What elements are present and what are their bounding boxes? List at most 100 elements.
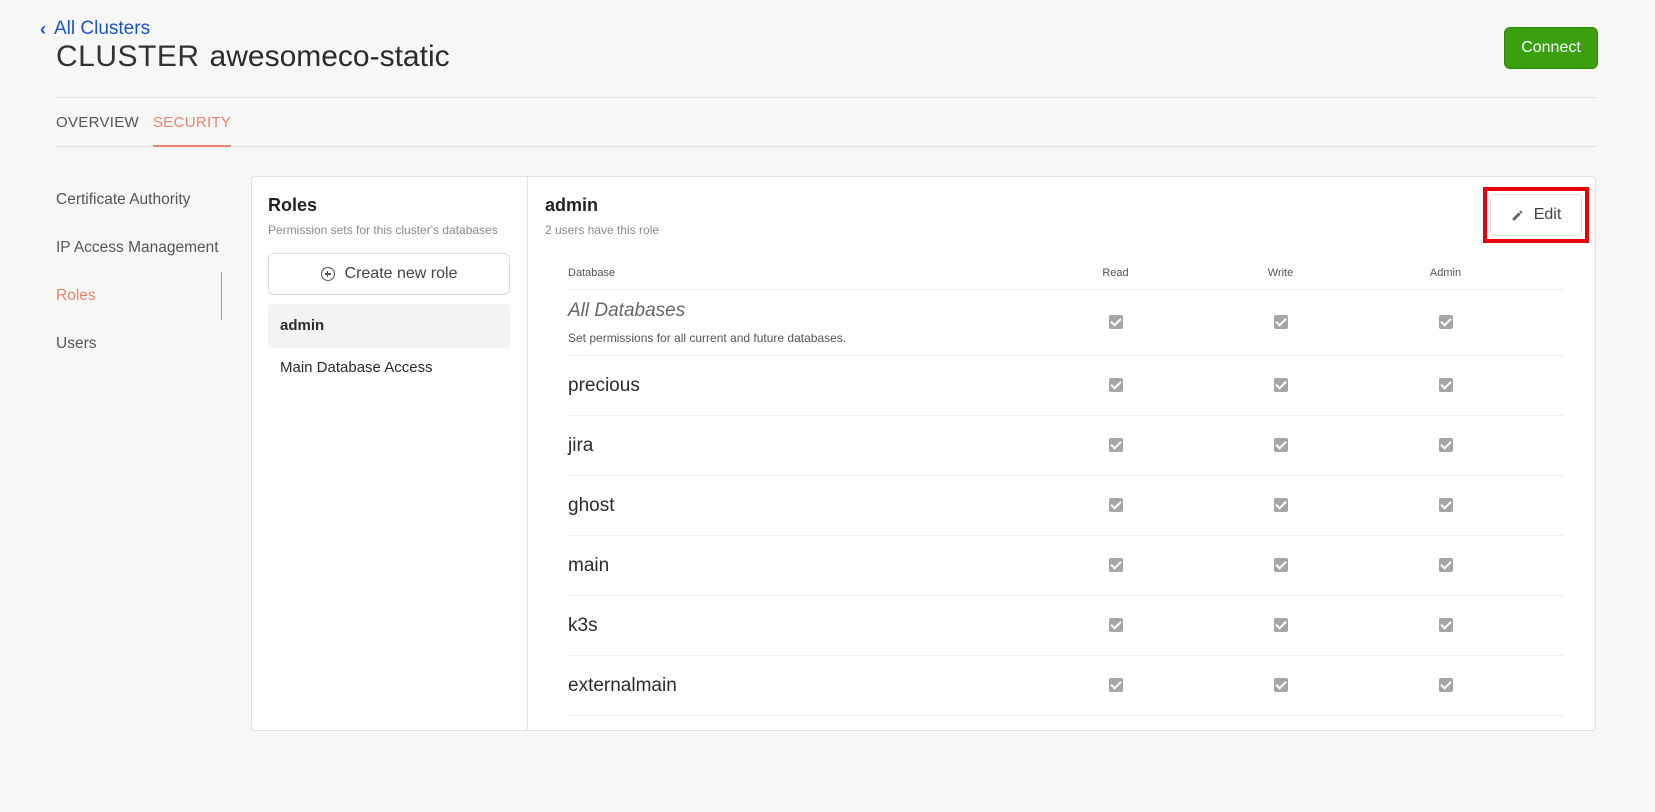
all-clusters-link[interactable]: ‹ All Clusters (40, 18, 150, 40)
roles-card: Roles Permission sets for this cluster's… (251, 176, 1596, 731)
database-cell: externalmain (568, 655, 1033, 716)
edit-button-highlight: Edit (1483, 187, 1589, 243)
write-cell (1198, 655, 1363, 716)
table-row: externalmain (568, 655, 1563, 716)
column-header-read: Read (1033, 256, 1198, 290)
admin-checkbox[interactable] (1438, 315, 1453, 330)
edit-label: Edit (1533, 206, 1562, 223)
write-checkbox[interactable] (1273, 678, 1288, 693)
read-checkbox[interactable] (1108, 618, 1123, 633)
read-checkbox[interactable] (1108, 315, 1123, 330)
spacer-cell (1528, 289, 1563, 356)
write-checkbox[interactable] (1273, 498, 1288, 513)
database-name: precious (568, 374, 640, 396)
chevron-left-icon: ‹ (40, 19, 46, 39)
spacer-cell (1528, 595, 1563, 656)
read-cell (1033, 355, 1198, 416)
permissions-table: Database Read Write Admin All Databases … (568, 256, 1563, 716)
admin-checkbox[interactable] (1438, 558, 1453, 573)
database-name: externalmain (568, 674, 677, 696)
database-name: jira (568, 434, 594, 456)
page-title-prefix: CLUSTER (56, 40, 200, 73)
column-header-write: Write (1198, 256, 1363, 290)
read-checkbox[interactable] (1108, 498, 1123, 513)
column-header-spacer (1528, 256, 1563, 290)
write-cell (1198, 415, 1363, 476)
roles-list-pane: Roles Permission sets for this cluster's… (252, 177, 528, 730)
roles-title: Roles (268, 195, 318, 215)
database-name: k3s (568, 614, 598, 636)
table-row: precious (568, 355, 1563, 416)
read-cell (1033, 415, 1198, 476)
spacer-cell (1528, 655, 1563, 716)
all-databases-name: All Databases (568, 300, 686, 321)
admin-cell (1363, 535, 1528, 596)
table-header-row: Database Read Write Admin (568, 256, 1563, 290)
all-databases-description: Set permissions for all current and futu… (568, 331, 847, 345)
database-cell: jira (568, 415, 1033, 476)
sidebar-item-ip-access-management[interactable]: IP Access Management (56, 224, 222, 272)
write-checkbox[interactable] (1273, 378, 1288, 393)
create-role-label: Create new role (344, 265, 458, 282)
role-item-main-database-access[interactable]: Main Database Access (268, 346, 510, 390)
spacer-cell (1528, 535, 1563, 596)
write-cell (1198, 535, 1363, 596)
admin-cell (1363, 355, 1528, 416)
write-checkbox[interactable] (1273, 558, 1288, 573)
spacer-cell (1528, 415, 1563, 476)
tab-bar: OVERVIEW SECURITY (56, 98, 1597, 147)
role-user-count: 2 users have this role (545, 223, 660, 237)
admin-cell (1363, 415, 1528, 476)
column-header-admin: Admin (1363, 256, 1528, 290)
sidebar-item-users[interactable]: Users (56, 320, 222, 368)
database-name: main (568, 554, 610, 576)
admin-checkbox[interactable] (1438, 438, 1453, 453)
write-checkbox[interactable] (1273, 315, 1288, 330)
write-checkbox[interactable] (1273, 438, 1288, 453)
admin-checkbox[interactable] (1438, 678, 1453, 693)
role-detail-pane: admin 2 users have this role Edit Databa… (528, 177, 1595, 730)
write-checkbox[interactable] (1273, 618, 1288, 633)
all-clusters-label: All Clusters (54, 18, 151, 39)
all-databases-cell: All Databases Set permissions for all cu… (568, 289, 1033, 356)
table-row: jira (568, 415, 1563, 476)
plus-circle-icon (320, 267, 335, 281)
admin-cell (1363, 595, 1528, 656)
edit-button[interactable]: Edit (1490, 194, 1582, 236)
spacer-cell (1528, 475, 1563, 536)
admin-checkbox[interactable] (1438, 378, 1453, 393)
admin-checkbox[interactable] (1438, 498, 1453, 513)
create-role-button[interactable]: Create new role (268, 253, 510, 295)
sidebar-item-roles[interactable]: Roles (56, 272, 222, 320)
read-cell (1033, 655, 1198, 716)
tab-overview[interactable]: OVERVIEW (56, 98, 139, 145)
read-checkbox[interactable] (1108, 378, 1123, 393)
pencil-icon (1511, 209, 1524, 222)
read-cell (1033, 289, 1198, 356)
spacer-cell (1528, 355, 1563, 416)
page-title: CLUSTER awesomeco-static (56, 40, 450, 74)
read-checkbox[interactable] (1108, 558, 1123, 573)
database-cell: precious (568, 355, 1033, 416)
database-cell: ghost (568, 475, 1033, 536)
read-cell (1033, 595, 1198, 656)
read-checkbox[interactable] (1108, 678, 1123, 693)
write-cell (1198, 289, 1363, 356)
write-cell (1198, 475, 1363, 536)
admin-cell (1363, 655, 1528, 716)
column-header-database: Database (568, 256, 1033, 290)
role-item-admin[interactable]: admin (268, 304, 510, 348)
admin-checkbox[interactable] (1438, 618, 1453, 633)
role-title: admin (545, 195, 599, 215)
table-row: k3s (568, 595, 1563, 656)
read-cell (1033, 475, 1198, 536)
read-cell (1033, 535, 1198, 596)
database-cell: k3s (568, 595, 1033, 656)
roles-subtitle: Permission sets for this cluster's datab… (268, 223, 498, 237)
cluster-name: awesomeco-static (209, 40, 450, 73)
database-cell: main (568, 535, 1033, 596)
read-checkbox[interactable] (1108, 438, 1123, 453)
tab-security[interactable]: SECURITY (153, 98, 232, 147)
sidebar-item-certificate-authority[interactable]: Certificate Authority (56, 176, 222, 224)
connect-button[interactable]: Connect (1504, 27, 1598, 69)
